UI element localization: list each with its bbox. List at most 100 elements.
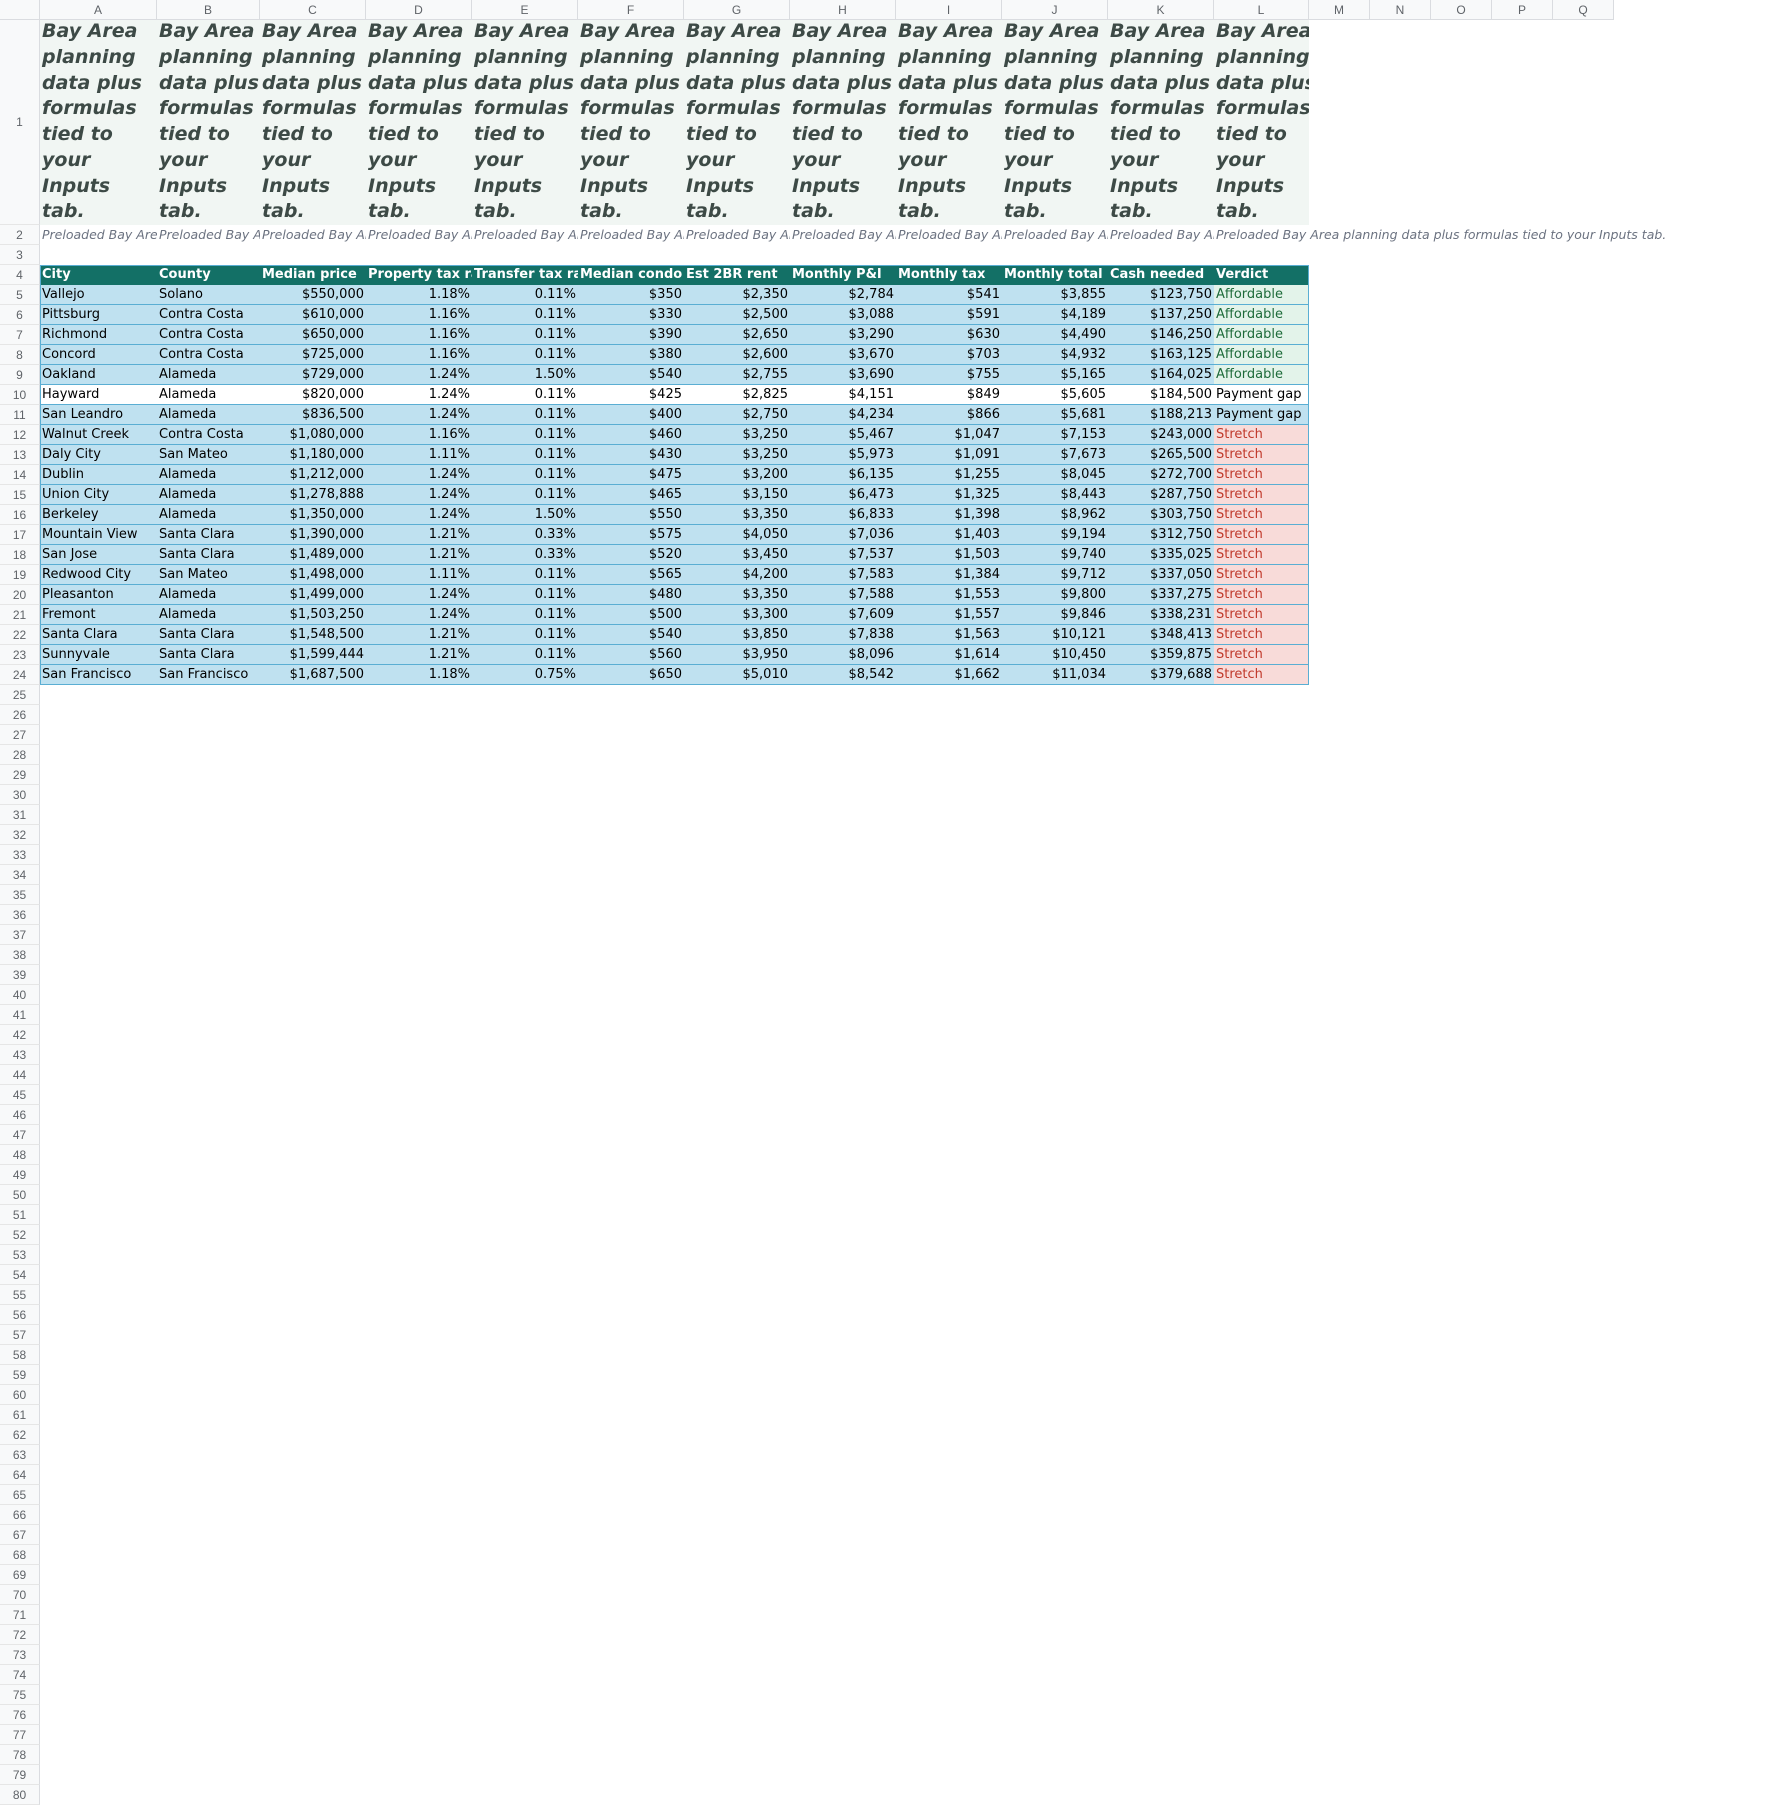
- table-cell-c16[interactable]: $1,350,000: [260, 505, 366, 525]
- table-cell-b21[interactable]: Alameda: [157, 605, 260, 625]
- table-cell-k18[interactable]: $335,025: [1108, 545, 1214, 565]
- table-cell-e17[interactable]: 0.33%: [472, 525, 578, 545]
- subtitle-cell-j[interactable]: Preloaded Bay Area planning data plus fo…: [1002, 225, 1108, 245]
- table-header-property-tax-rate[interactable]: Property tax rate: [366, 265, 472, 285]
- column-header-a[interactable]: A: [40, 0, 157, 20]
- table-cell-h17[interactable]: $7,036: [790, 525, 896, 545]
- table-cell-i12[interactable]: $1,047: [896, 425, 1002, 445]
- table-cell-c13[interactable]: $1,180,000: [260, 445, 366, 465]
- row-header-71[interactable]: 71: [0, 1605, 40, 1625]
- table-cell-e16[interactable]: 1.50%: [472, 505, 578, 525]
- row-header-43[interactable]: 43: [0, 1045, 40, 1065]
- table-cell-f17[interactable]: $575: [578, 525, 684, 545]
- table-cell-i21[interactable]: $1,557: [896, 605, 1002, 625]
- table-cell-c23[interactable]: $1,599,444: [260, 645, 366, 665]
- table-cell-j13[interactable]: $7,673: [1002, 445, 1108, 465]
- table-cell-l21[interactable]: Stretch: [1214, 605, 1309, 625]
- row-header-26[interactable]: 26: [0, 705, 40, 725]
- table-cell-f13[interactable]: $430: [578, 445, 684, 465]
- table-cell-d24[interactable]: 1.18%: [366, 665, 472, 685]
- table-cell-k22[interactable]: $348,413: [1108, 625, 1214, 645]
- table-cell-l22[interactable]: Stretch: [1214, 625, 1309, 645]
- table-cell-a21[interactable]: Fremont: [40, 605, 157, 625]
- row-header-4[interactable]: 4: [0, 265, 40, 285]
- table-cell-l19[interactable]: Stretch: [1214, 565, 1309, 585]
- table-cell-i17[interactable]: $1,403: [896, 525, 1002, 545]
- table-cell-e9[interactable]: 1.50%: [472, 365, 578, 385]
- table-cell-h20[interactable]: $7,588: [790, 585, 896, 605]
- table-header-city[interactable]: City: [40, 265, 157, 285]
- table-cell-g23[interactable]: $3,950: [684, 645, 790, 665]
- table-cell-e20[interactable]: 0.11%: [472, 585, 578, 605]
- table-cell-h16[interactable]: $6,833: [790, 505, 896, 525]
- table-cell-i15[interactable]: $1,325: [896, 485, 1002, 505]
- column-header-p[interactable]: P: [1492, 0, 1553, 20]
- table-cell-a15[interactable]: Union City: [40, 485, 157, 505]
- table-cell-l11[interactable]: Payment gap: [1214, 405, 1309, 425]
- table-cell-k6[interactable]: $137,250: [1108, 305, 1214, 325]
- table-cell-l12[interactable]: Stretch: [1214, 425, 1309, 445]
- table-cell-h11[interactable]: $4,234: [790, 405, 896, 425]
- table-cell-h12[interactable]: $5,467: [790, 425, 896, 445]
- table-cell-l6[interactable]: Affordable: [1214, 305, 1309, 325]
- table-cell-c15[interactable]: $1,278,888: [260, 485, 366, 505]
- column-header-n[interactable]: N: [1370, 0, 1431, 20]
- row-header-76[interactable]: 76: [0, 1705, 40, 1725]
- table-cell-k13[interactable]: $265,500: [1108, 445, 1214, 465]
- table-cell-k11[interactable]: $188,213: [1108, 405, 1214, 425]
- row-header-49[interactable]: 49: [0, 1165, 40, 1185]
- subtitle-cell-k[interactable]: Preloaded Bay Area planning data plus fo…: [1108, 225, 1214, 245]
- row-header-6[interactable]: 6: [0, 305, 40, 325]
- table-cell-j23[interactable]: $10,450: [1002, 645, 1108, 665]
- table-cell-e10[interactable]: 0.11%: [472, 385, 578, 405]
- row-header-14[interactable]: 14: [0, 465, 40, 485]
- table-cell-f10[interactable]: $425: [578, 385, 684, 405]
- table-cell-c20[interactable]: $1,499,000: [260, 585, 366, 605]
- table-header-median-condo-hoa[interactable]: Median condo HOA: [578, 265, 684, 285]
- table-cell-d11[interactable]: 1.24%: [366, 405, 472, 425]
- table-cell-g6[interactable]: $2,500: [684, 305, 790, 325]
- table-cell-g5[interactable]: $2,350: [684, 285, 790, 305]
- table-cell-f12[interactable]: $460: [578, 425, 684, 445]
- row-header-79[interactable]: 79: [0, 1765, 40, 1785]
- table-cell-b24[interactable]: San Francisco: [157, 665, 260, 685]
- table-cell-a18[interactable]: San Jose: [40, 545, 157, 565]
- table-cell-a5[interactable]: Vallejo: [40, 285, 157, 305]
- table-cell-l8[interactable]: Affordable: [1214, 345, 1309, 365]
- subtitle-cell-f[interactable]: Preloaded Bay Area planning data plus fo…: [578, 225, 684, 245]
- row-header-16[interactable]: 16: [0, 505, 40, 525]
- table-cell-a6[interactable]: Pittsburg: [40, 305, 157, 325]
- row-header-19[interactable]: 19: [0, 565, 40, 585]
- table-cell-c17[interactable]: $1,390,000: [260, 525, 366, 545]
- row-header-69[interactable]: 69: [0, 1565, 40, 1585]
- table-cell-a7[interactable]: Richmond: [40, 325, 157, 345]
- title-cell-g[interactable]: Preloaded Bay Area planning data plus fo…: [684, 20, 790, 225]
- table-cell-c12[interactable]: $1,080,000: [260, 425, 366, 445]
- table-cell-b9[interactable]: Alameda: [157, 365, 260, 385]
- row-header-13[interactable]: 13: [0, 445, 40, 465]
- row-header-33[interactable]: 33: [0, 845, 40, 865]
- table-cell-g16[interactable]: $3,350: [684, 505, 790, 525]
- column-header-c[interactable]: C: [260, 0, 366, 20]
- table-cell-i9[interactable]: $755: [896, 365, 1002, 385]
- row-header-68[interactable]: 68: [0, 1545, 40, 1565]
- table-cell-k12[interactable]: $243,000: [1108, 425, 1214, 445]
- table-cell-e21[interactable]: 0.11%: [472, 605, 578, 625]
- table-cell-d14[interactable]: 1.24%: [366, 465, 472, 485]
- table-cell-d23[interactable]: 1.21%: [366, 645, 472, 665]
- column-header-k[interactable]: K: [1108, 0, 1214, 20]
- table-cell-f11[interactable]: $400: [578, 405, 684, 425]
- table-cell-b18[interactable]: Santa Clara: [157, 545, 260, 565]
- table-cell-k10[interactable]: $184,500: [1108, 385, 1214, 405]
- table-cell-a24[interactable]: San Francisco: [40, 665, 157, 685]
- table-cell-j18[interactable]: $9,740: [1002, 545, 1108, 565]
- table-cell-b8[interactable]: Contra Costa: [157, 345, 260, 365]
- table-cell-a20[interactable]: Pleasanton: [40, 585, 157, 605]
- table-cell-c22[interactable]: $1,548,500: [260, 625, 366, 645]
- table-cell-j16[interactable]: $8,962: [1002, 505, 1108, 525]
- row-header-42[interactable]: 42: [0, 1025, 40, 1045]
- table-cell-c9[interactable]: $729,000: [260, 365, 366, 385]
- table-cell-c14[interactable]: $1,212,000: [260, 465, 366, 485]
- table-cell-d18[interactable]: 1.21%: [366, 545, 472, 565]
- table-cell-d9[interactable]: 1.24%: [366, 365, 472, 385]
